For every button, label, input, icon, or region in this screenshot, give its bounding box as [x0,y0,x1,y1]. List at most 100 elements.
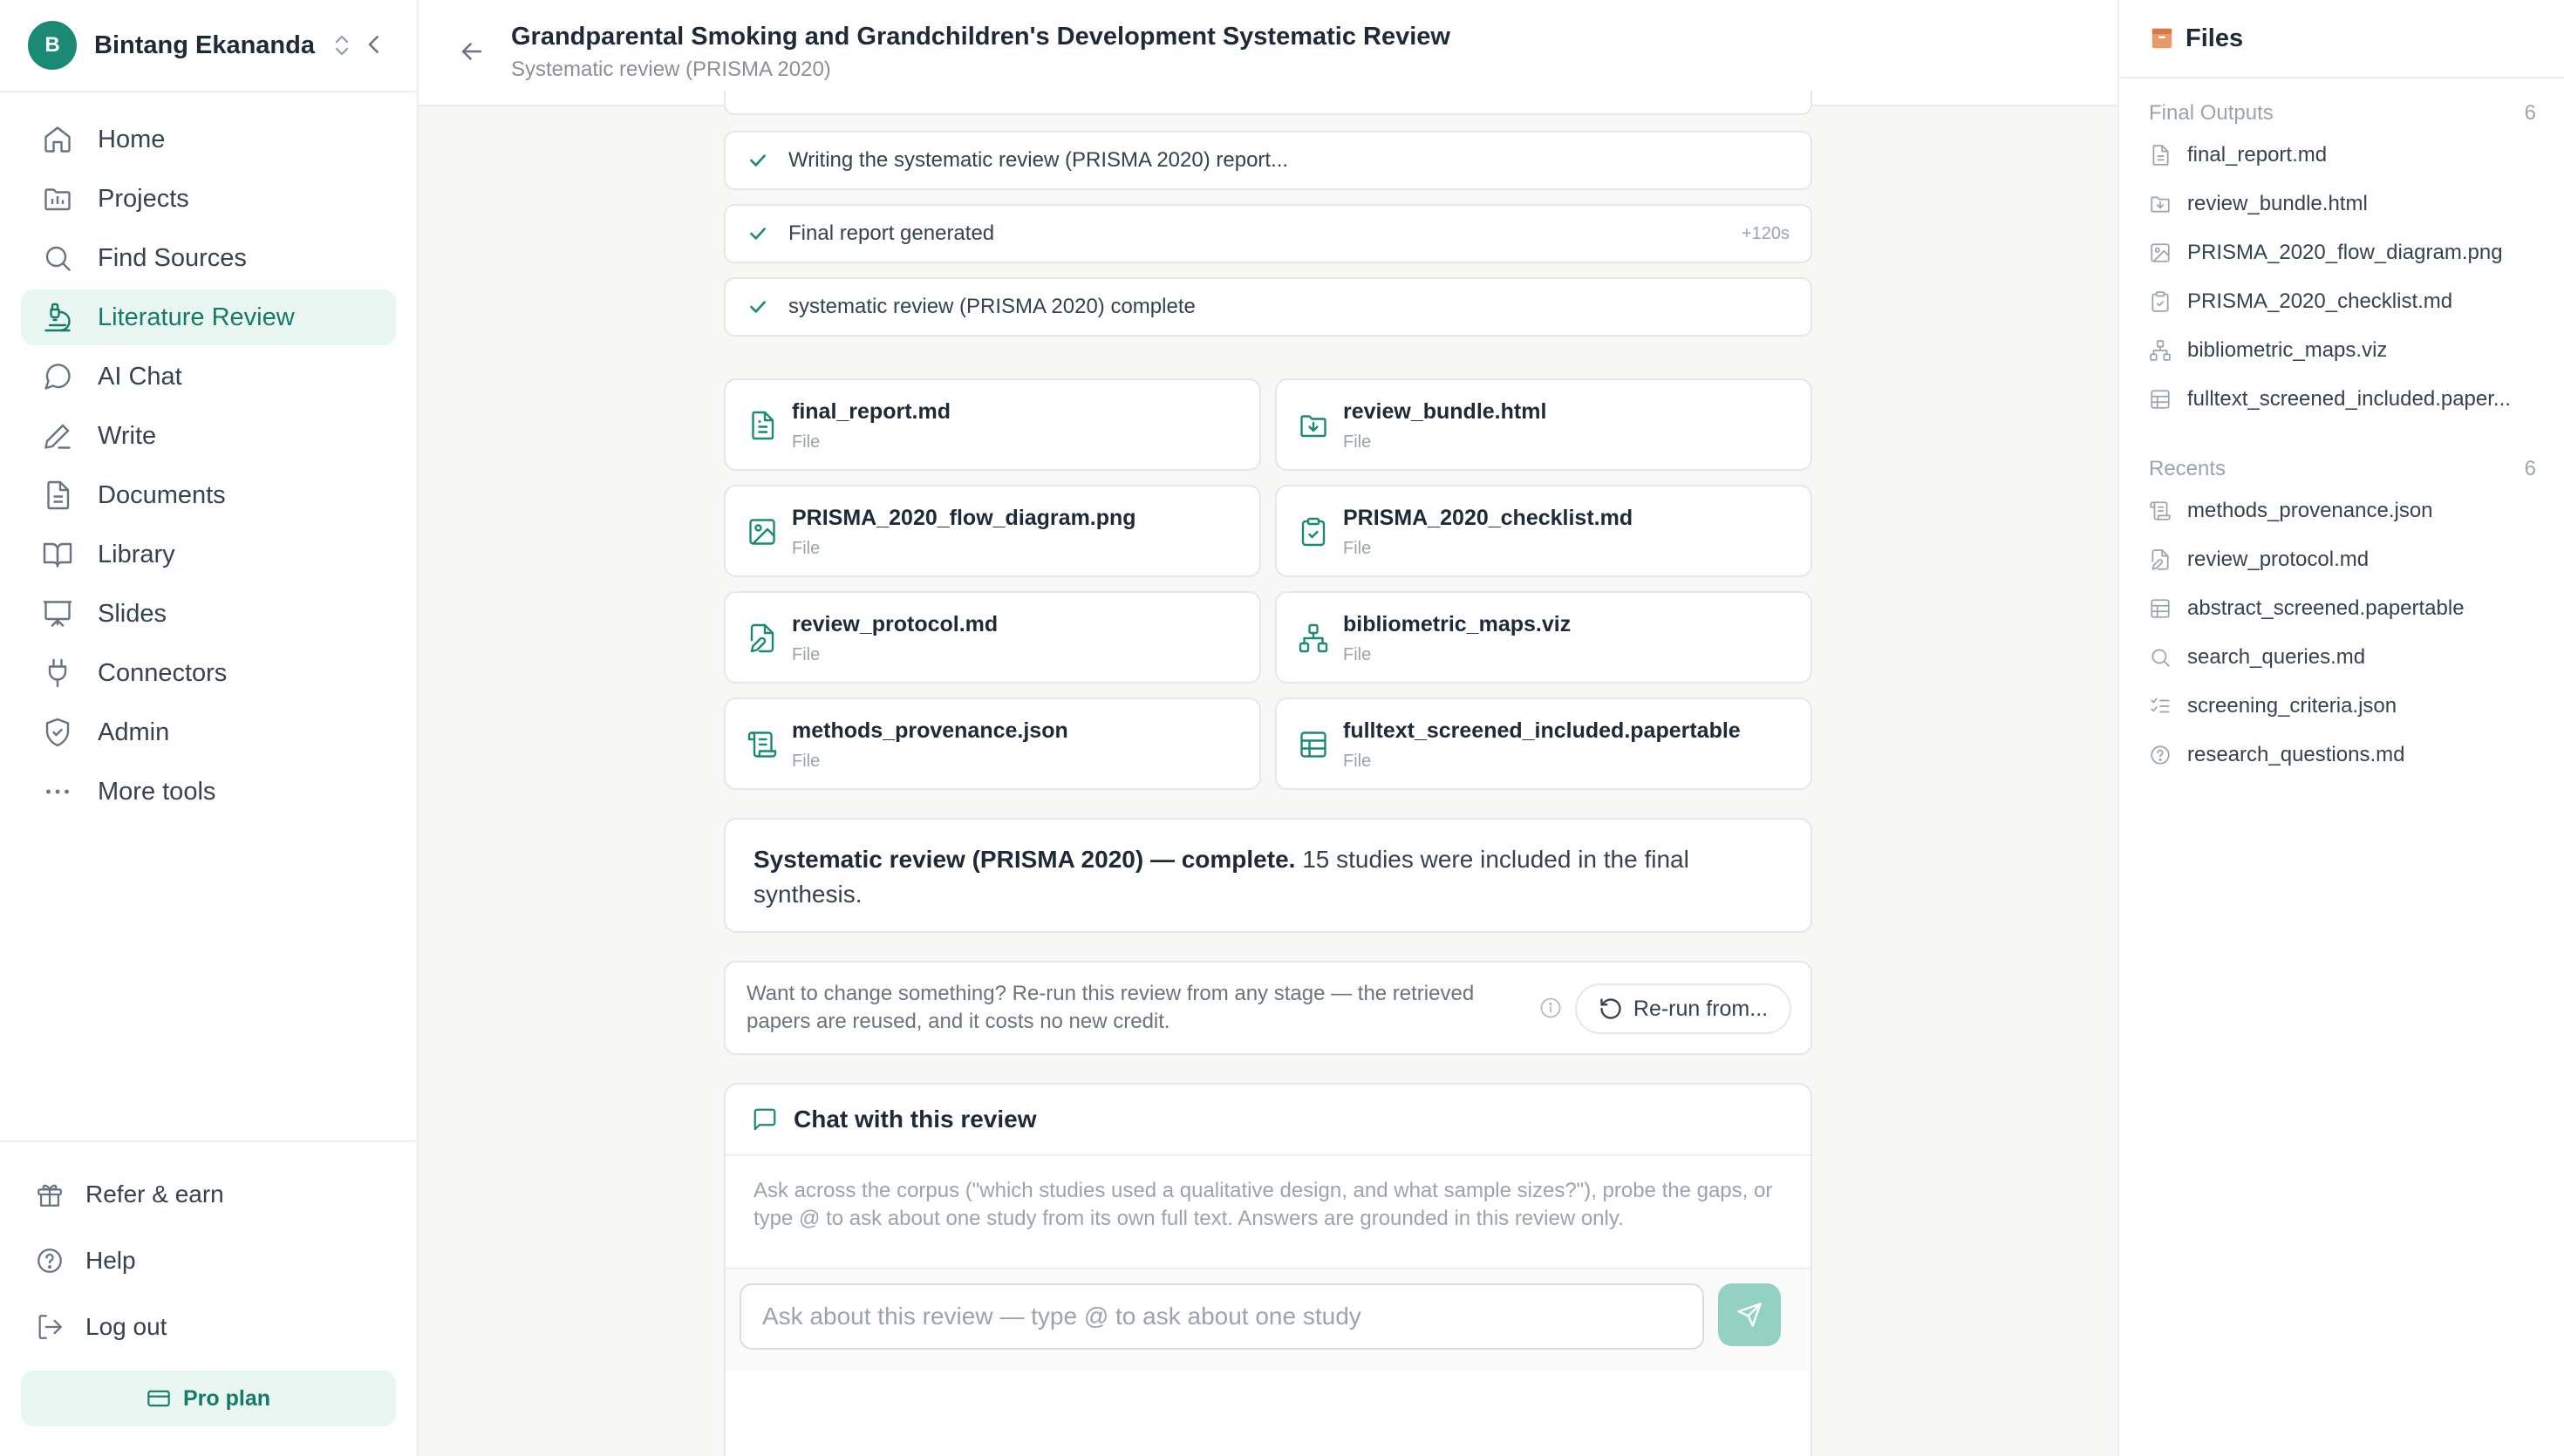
chat-header: Chat with this review [726,1085,1810,1156]
file-edit-icon [2149,548,2172,571]
file-card[interactable]: bibliometric_maps.viz File [1275,591,1812,684]
nav-item-find-sources[interactable]: Find Sources [21,230,396,286]
pro-plan-button[interactable]: Pro plan [21,1371,396,1426]
file-name: PRISMA_2020_checklist.md [1343,506,1633,530]
section-label: Recents [2149,457,2226,480]
file-type: File [1343,645,1372,664]
plan-label: Pro plan [182,1385,270,1411]
back-button[interactable] [457,37,487,66]
shield-icon [42,717,73,748]
file-list-name: methods_provenance.json [2187,499,2433,522]
avatar: B [28,21,77,70]
collapse-sidebar-button[interactable] [361,31,387,58]
file-card[interactable]: PRISMA_2020_checklist.md File [1275,485,1812,577]
file-name: final_report.md [792,399,951,424]
table-icon [2149,388,2172,411]
microscope-icon [42,302,73,333]
file-list-item[interactable]: fulltext_screened_included.paper... [2149,375,2536,424]
nav-item-connectors[interactable]: Connectors [21,645,396,701]
file-list-item[interactable]: PRISMA_2020_checklist.md [2149,277,2536,326]
presentation-icon [42,598,73,629]
nav-label: Write [98,421,157,450]
file-type: File [792,432,821,452]
file-box-icon [2149,25,2175,51]
info-icon[interactable] [1538,996,1563,1020]
file-list-item[interactable]: screening_criteria.json [2149,682,2536,731]
image-icon [2149,242,2172,264]
nav-item-projects[interactable]: Projects [21,171,396,227]
chevron-updown-icon [332,33,351,58]
help-label: Help [85,1247,136,1274]
summary-heading: Systematic review (PRISMA 2020) — comple… [754,846,1296,873]
nav-item-slides[interactable]: Slides [21,586,396,642]
pen-icon [42,420,73,452]
nav-label: Library [98,540,175,568]
sidebar-footer: Refer & earn Help Log out [0,1140,417,1360]
file-card[interactable]: fulltext_screened_included.papertable Fi… [1275,697,1812,790]
file-text-icon [747,410,778,441]
book-icon [42,539,73,570]
file-name: methods_provenance.json [792,718,1068,743]
file-list-item[interactable]: review_protocol.md [2149,535,2536,584]
file-card[interactable]: PRISMA_2020_flow_diagram.png File [724,485,1261,577]
file-list-item[interactable]: abstract_screened.papertable [2149,584,2536,633]
user-switcher[interactable]: B Bintang Ekananda [0,0,417,92]
logout-link[interactable]: Log out [0,1294,417,1360]
page-subtitle: Systematic review (PRISMA 2020) [511,58,831,81]
nav-item-documents[interactable]: Documents [21,467,396,523]
nav-item-write[interactable]: Write [21,408,396,464]
nav-item-ai-chat[interactable]: AI Chat [21,349,396,405]
file-list-name: bibliometric_maps.viz [2187,338,2388,362]
network-icon [2149,339,2172,362]
nav-item-literature-review[interactable]: Literature Review [21,289,396,345]
file-card[interactable]: review_bundle.html File [1275,378,1812,471]
help-icon [35,1246,65,1276]
credit-card-icon [147,1386,171,1411]
folder-download-icon [1298,410,1329,441]
refer-label: Refer & earn [85,1180,224,1208]
file-list-item[interactable]: PRISMA_2020_flow_diagram.png [2149,228,2536,277]
more-icon [42,776,73,807]
file-card[interactable]: review_protocol.md File [724,591,1261,684]
nav-label: Home [98,125,166,153]
gift-icon [35,1180,65,1209]
sidebar: B Bintang Ekananda Home Projects Find So… [0,0,419,1456]
status-step: systematic review (PRISMA 2020) complete [724,277,1812,337]
file-list-item[interactable]: research_questions.md [2149,731,2536,779]
nav-item-more-tools[interactable]: More tools [21,764,396,820]
file-list-name: PRISMA_2020_flow_diagram.png [2187,241,2503,264]
file-list-item[interactable]: search_queries.md [2149,633,2536,682]
chat-help-text: Ask across the corpus ("which studies us… [754,1179,1773,1230]
section-count: 6 [2524,457,2536,480]
chat-input[interactable] [740,1283,1704,1350]
recents-section: Recents 6 methods_provenance.json review… [2149,452,2536,779]
file-card[interactable]: methods_provenance.json File [724,697,1261,790]
file-list-item[interactable]: final_report.md [2149,131,2536,180]
home-icon [42,124,73,155]
refer-earn-link[interactable]: Refer & earn [0,1161,417,1228]
nav-item-admin[interactable]: Admin [21,704,396,760]
search-icon [2149,646,2172,669]
rerun-text: Want to change something? Re-run this re… [747,982,1475,1033]
file-list-item[interactable]: methods_provenance.json [2149,486,2536,535]
status-row-partial [724,91,1812,115]
nav-item-home[interactable]: Home [21,112,396,167]
status-step: Writing the systematic review (PRISMA 20… [724,131,1812,190]
file-list-name: PRISMA_2020_checklist.md [2187,289,2453,313]
file-list-item[interactable]: review_bundle.html [2149,180,2536,228]
file-list-name: review_bundle.html [2187,192,2368,215]
review-chat-panel: Chat with this review Ask across the cor… [724,1083,1812,1456]
file-card[interactable]: final_report.md File [724,378,1261,471]
check-icon [750,228,766,240]
file-list-name: review_protocol.md [2187,548,2370,571]
send-button[interactable] [1718,1283,1781,1346]
nav-label: Literature Review [98,303,295,331]
file-list-item[interactable]: bibliometric_maps.viz [2149,326,2536,375]
rerun-from-button[interactable]: Re-run from... [1575,983,1791,1034]
nav-item-library[interactable]: Library [21,527,396,582]
help-link[interactable]: Help [0,1228,417,1294]
table-icon [1298,729,1329,760]
nav-label: More tools [98,777,216,806]
review-summary: Systematic review (PRISMA 2020) — comple… [724,818,1812,933]
search-icon [42,242,73,274]
